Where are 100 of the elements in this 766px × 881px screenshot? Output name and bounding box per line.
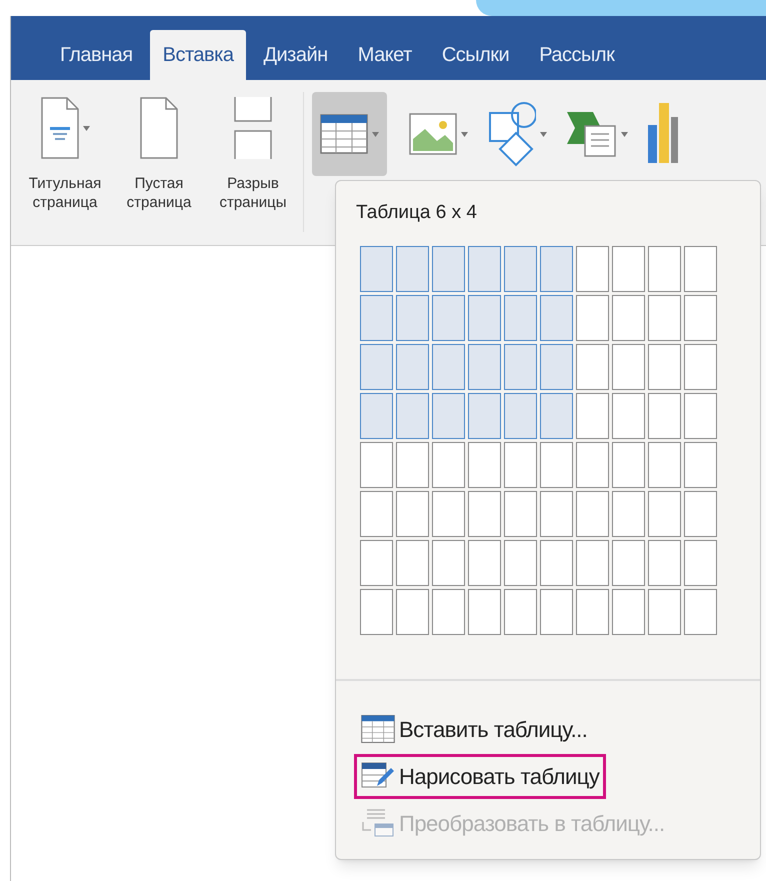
grid-cell[interactable] xyxy=(468,344,501,390)
grid-cell[interactable] xyxy=(504,344,537,390)
grid-cell[interactable] xyxy=(432,246,465,292)
grid-cell[interactable] xyxy=(684,442,717,488)
grid-cell[interactable] xyxy=(612,540,645,586)
grid-cell[interactable] xyxy=(684,540,717,586)
grid-cell[interactable] xyxy=(648,490,681,536)
grid-cell[interactable] xyxy=(576,442,609,488)
grid-cell[interactable] xyxy=(576,294,609,340)
grid-cell[interactable] xyxy=(396,294,429,340)
grid-cell[interactable] xyxy=(360,588,393,634)
grid-cell[interactable] xyxy=(360,392,393,438)
grid-cell[interactable] xyxy=(576,588,609,634)
grid-cell[interactable] xyxy=(648,246,681,292)
grid-cell[interactable] xyxy=(576,540,609,586)
grid-cell[interactable] xyxy=(432,490,465,536)
grid-cell[interactable] xyxy=(684,392,717,438)
grid-cell[interactable] xyxy=(468,588,501,634)
grid-cell[interactable] xyxy=(612,294,645,340)
grid-cell[interactable] xyxy=(360,294,393,340)
grid-cell[interactable] xyxy=(612,490,645,536)
grid-cell[interactable] xyxy=(648,294,681,340)
grid-cell[interactable] xyxy=(684,588,717,634)
grid-cell[interactable] xyxy=(576,392,609,438)
grid-cell[interactable] xyxy=(504,392,537,438)
grid-cell[interactable] xyxy=(360,490,393,536)
grid-cell[interactable] xyxy=(468,540,501,586)
ribbon-tab[interactable]: Дизайн xyxy=(250,30,341,80)
grid-cell[interactable] xyxy=(540,392,573,438)
grid-cell[interactable] xyxy=(576,490,609,536)
ribbon-tab[interactable]: Макет xyxy=(344,30,425,80)
grid-cell[interactable] xyxy=(396,246,429,292)
grid-cell[interactable] xyxy=(468,392,501,438)
grid-cell[interactable] xyxy=(576,246,609,292)
ribbon-tab[interactable]: Главная xyxy=(47,30,146,80)
grid-cell[interactable] xyxy=(612,588,645,634)
grid-cell[interactable] xyxy=(396,442,429,488)
grid-cell[interactable] xyxy=(360,540,393,586)
grid-cell[interactable] xyxy=(612,392,645,438)
bar-chart-icon xyxy=(648,103,678,165)
grid-cell[interactable] xyxy=(432,294,465,340)
grid-cell[interactable] xyxy=(612,344,645,390)
grid-cell[interactable] xyxy=(648,344,681,390)
grid-cell[interactable] xyxy=(504,540,537,586)
ribbon-button[interactable]: Пустая страница xyxy=(115,92,203,212)
grid-cell[interactable] xyxy=(396,540,429,586)
grid-cell[interactable] xyxy=(504,442,537,488)
grid-cell[interactable] xyxy=(576,344,609,390)
grid-cell[interactable] xyxy=(504,246,537,292)
picture-icon xyxy=(409,113,457,155)
grid-cell[interactable] xyxy=(432,540,465,586)
grid-cell[interactable] xyxy=(432,392,465,438)
grid-cell[interactable] xyxy=(360,246,393,292)
grid-cell[interactable] xyxy=(432,344,465,390)
grid-cell[interactable] xyxy=(468,246,501,292)
page-break-icon xyxy=(234,97,272,159)
grid-cell[interactable] xyxy=(504,588,537,634)
grid-cell[interactable] xyxy=(684,294,717,340)
grid-cell[interactable] xyxy=(540,588,573,634)
grid-cell[interactable] xyxy=(540,540,573,586)
grid-cell[interactable] xyxy=(684,246,717,292)
table-pencil-icon xyxy=(361,762,395,790)
ribbon-tab[interactable]: Вставка xyxy=(150,30,246,80)
ribbon-button[interactable]: Титульная страница xyxy=(21,92,109,212)
grid-cell[interactable] xyxy=(468,294,501,340)
grid-cell[interactable] xyxy=(540,490,573,536)
ribbon-button[interactable]: Разрыв страницы xyxy=(209,92,297,212)
caret-icon xyxy=(621,132,628,136)
grid-cell[interactable] xyxy=(360,442,393,488)
menu-item[interactable]: Нарисовать таблицу xyxy=(354,754,606,798)
grid-cell[interactable] xyxy=(684,490,717,536)
grid-cell[interactable] xyxy=(432,442,465,488)
grid-cell[interactable] xyxy=(432,588,465,634)
grid-cell[interactable] xyxy=(648,442,681,488)
grid-cell[interactable] xyxy=(612,442,645,488)
caret-icon xyxy=(82,126,90,130)
grid-cell[interactable] xyxy=(540,344,573,390)
menu-title: Таблица 6 x 4 xyxy=(356,201,478,225)
grid-cell[interactable] xyxy=(396,490,429,536)
grid-cell[interactable] xyxy=(648,588,681,634)
grid-cell[interactable] xyxy=(648,540,681,586)
ribbon-icon-button[interactable] xyxy=(312,92,387,176)
grid-cell[interactable] xyxy=(504,490,537,536)
grid-cell[interactable] xyxy=(468,490,501,536)
caret-icon xyxy=(461,132,468,136)
ribbon-tab[interactable]: Ссылки xyxy=(428,30,522,80)
grid-cell[interactable] xyxy=(540,246,573,292)
grid-cell[interactable] xyxy=(540,442,573,488)
grid-cell[interactable] xyxy=(540,294,573,340)
grid-cell[interactable] xyxy=(396,588,429,634)
menu-item[interactable]: Вставить таблицу... xyxy=(354,706,594,752)
grid-cell[interactable] xyxy=(468,442,501,488)
grid-cell[interactable] xyxy=(360,344,393,390)
grid-cell[interactable] xyxy=(612,246,645,292)
grid-cell[interactable] xyxy=(648,392,681,438)
grid-cell[interactable] xyxy=(396,392,429,438)
grid-cell[interactable] xyxy=(684,344,717,390)
grid-cell[interactable] xyxy=(504,294,537,340)
grid-cell[interactable] xyxy=(396,344,429,390)
ribbon-tab[interactable]: Рассылк xyxy=(526,30,628,80)
